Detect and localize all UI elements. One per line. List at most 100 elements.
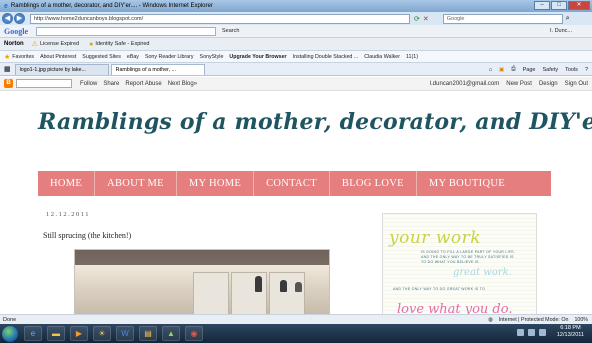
favorite-item[interactable]: About Pinterest (40, 54, 76, 60)
tab-picture[interactable]: logo1-1.jpg picture by lake... (14, 63, 109, 75)
tray-icon[interactable] (539, 329, 546, 336)
safety-menu[interactable]: Safety (543, 67, 559, 73)
quote-great-work: great work. (453, 267, 512, 278)
favorite-item[interactable]: 11(1) (406, 54, 418, 60)
menu-contact[interactable]: CONTACT (254, 171, 330, 196)
norton-toolbar: Norton ⚠ License Expired ● Identity Safe… (0, 38, 592, 51)
window-title-bar: e Ramblings of a mother, decorator, and … (0, 0, 592, 12)
kitchen-photo (74, 249, 330, 314)
blogger-account-links: l.duncan2001@gmail.com New Post Design S… (430, 77, 588, 90)
quote-line: IS GOING TO FILL A LARGE PART OF YOUR LI… (421, 250, 516, 254)
help-icon[interactable]: ? (585, 67, 588, 73)
back-arrow-icon[interactable]: ◀ (2, 13, 13, 24)
menu-my-boutique[interactable]: MY BOUTIQUE (417, 171, 517, 196)
sign-out-link[interactable]: Sign Out (565, 81, 588, 87)
status-bar: Done ◍ Internet | Protected Mode: On 100… (0, 314, 592, 324)
media-player-icon[interactable]: ▶ (70, 326, 88, 341)
quote-line: AND THE ONLY WAY TO BE TRULY SATISFIED I… (421, 255, 514, 259)
favorite-item[interactable]: Sony Reader Library (145, 54, 194, 60)
word-icon[interactable]: W (116, 326, 134, 341)
google-search-input[interactable] (36, 26, 216, 36)
quote-line: AND THE ONLY WAY TO DO GREAT WORK IS TO (393, 287, 486, 291)
quote-line: TO DO WHAT YOU BELIEVE IS (421, 260, 479, 264)
system-tray (517, 329, 546, 336)
report-abuse-link[interactable]: Report Abuse (125, 81, 161, 87)
favorite-item[interactable]: Installing Double Stacked ... (293, 54, 359, 60)
tray-icon[interactable] (528, 329, 535, 336)
norton-identity-item[interactable]: Identity Safe - Expired (95, 41, 149, 47)
menu-my-home[interactable]: MY HOME (177, 171, 255, 196)
close-button[interactable]: ✕ (568, 1, 590, 10)
minimize-button[interactable]: – (534, 1, 550, 10)
sidebar-quote-image: your work IS GOING TO FILL A LARGE PART … (382, 213, 537, 314)
status-text: Done (3, 316, 17, 323)
google-toolbar: Google Search I. Dunc... (0, 25, 592, 38)
menu-about-me[interactable]: ABOUT ME (95, 171, 177, 196)
print-icon[interactable]: ⎙ (511, 66, 515, 73)
google-logo: Google (4, 26, 28, 36)
favorites-star-icon[interactable]: ★ (4, 53, 10, 61)
url-input[interactable]: http://www.home2duncanboys.blogspot.com/ (30, 13, 410, 24)
share-link[interactable]: Share (103, 81, 119, 87)
menu-blog-love[interactable]: BLOG LOVE (330, 171, 417, 196)
forward-arrow-icon[interactable]: ▶ (14, 13, 25, 24)
favorites-bar: ★ Favorites About Pinterest Suggested Si… (0, 51, 592, 63)
clock-time: 6:18 PM (560, 325, 581, 331)
window-controls: – □ ✕ (534, 1, 590, 10)
vase-shape (280, 280, 287, 292)
warning-icon: ⚠ (31, 41, 38, 48)
favorite-item[interactable]: SonyStyle (200, 54, 224, 60)
refresh-icon[interactable]: ⟳ (414, 15, 420, 23)
design-link[interactable]: Design (539, 81, 558, 87)
favorites-label[interactable]: Favorites (12, 54, 34, 60)
home-icon[interactable]: ⌂ (489, 67, 492, 73)
quick-tabs-icon[interactable]: ▦ (4, 65, 11, 73)
tab-ramblings[interactable]: Ramblings of a mother, ... (110, 63, 205, 75)
favorite-item[interactable]: Suggested Sites (82, 54, 121, 60)
blogger-icon[interactable]: B (4, 79, 13, 88)
tray-icon[interactable] (517, 329, 524, 336)
start-button[interactable] (2, 325, 18, 342)
favorite-item[interactable]: Claudia Walker (364, 54, 400, 60)
address-bar: ◀ ▶ http://www.home2duncanboys.blogspot.… (0, 12, 592, 25)
menu-home[interactable]: HOME (38, 171, 96, 196)
maximize-button[interactable]: □ (551, 1, 567, 10)
google-search-button[interactable]: Search (222, 28, 239, 34)
security-zone[interactable]: Internet | Protected Mode: On (499, 317, 569, 323)
ie-icon: e (4, 2, 8, 10)
blog-title[interactable]: Ramblings of a mother, decorator, and DI… (38, 109, 592, 135)
zoom-level[interactable]: 100% (574, 317, 588, 323)
follow-link[interactable]: Follow (80, 81, 97, 87)
cabinet-shape (193, 272, 229, 314)
post-title: Still sprucing (the kitchen!) (43, 231, 132, 240)
favorite-item[interactable]: eBay (127, 54, 139, 60)
new-post-link[interactable]: New Post (506, 81, 532, 87)
account-email[interactable]: l.duncan2001@gmail.com (430, 81, 499, 87)
search-icon[interactable]: ⌕ (566, 15, 570, 23)
search-input[interactable]: Google (442, 13, 563, 24)
chrome-icon[interactable]: ◉ (185, 326, 203, 341)
picture-icon[interactable]: ▲ (162, 326, 180, 341)
window-title: Ramblings of a mother, decorator, and DI… (10, 3, 213, 9)
google-signin[interactable]: I. Dunc... (550, 28, 572, 34)
clock[interactable]: 6:18 PM 12/13/2011 (557, 325, 584, 339)
blogger-navbar: B Follow Share Report Abuse Next Blog» l… (0, 77, 592, 91)
explorer-icon[interactable]: ▤ (139, 326, 157, 341)
clock-date: 12/13/2011 (556, 332, 584, 338)
page-menu[interactable]: Page (523, 67, 536, 73)
rss-icon[interactable]: ▣ (499, 67, 504, 73)
post-date: 12.12.2011 (46, 211, 91, 218)
norton-logo: Norton (4, 41, 24, 47)
norton-license-item[interactable]: License Expired (40, 41, 79, 47)
identity-icon: ● (89, 40, 94, 48)
folder-icon[interactable]: ▬ (47, 326, 65, 341)
favorite-item[interactable]: Upgrade Your Browser (229, 54, 286, 60)
tools-menu[interactable]: Tools (565, 67, 578, 73)
stop-icon[interactable]: ✕ (423, 15, 429, 23)
blog-search-input[interactable] (16, 79, 72, 88)
sun-icon[interactable]: ☀ (93, 326, 111, 341)
next-blog-link[interactable]: Next Blog» (168, 81, 197, 87)
tabs-row: ▦ logo1-1.jpg picture by lake... Ramblin… (0, 63, 592, 76)
ie-taskbar-icon[interactable]: e (24, 326, 42, 341)
command-bar: ⌂ ▣ ⎙ Page Safety Tools ? (489, 63, 588, 75)
